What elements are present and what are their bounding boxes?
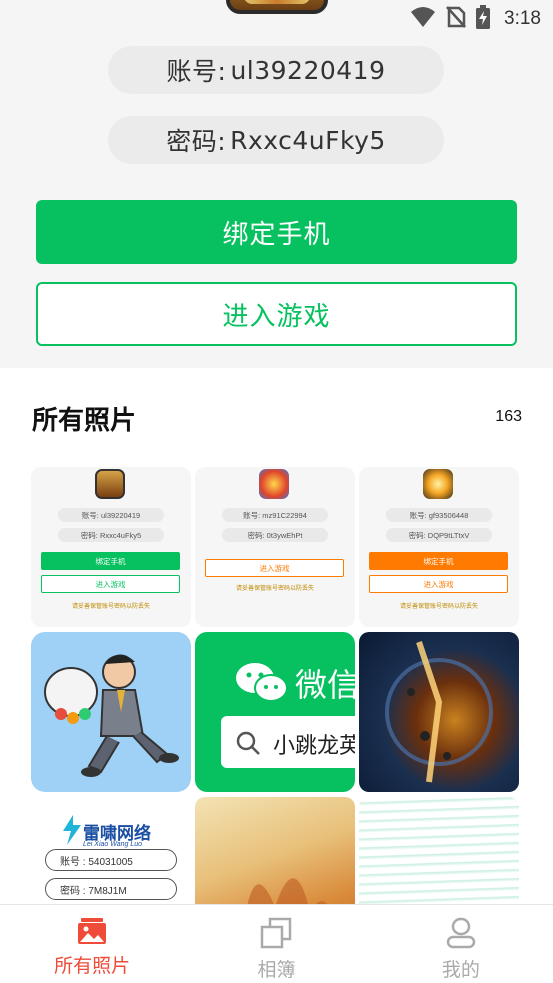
password-label: 密码: (166, 127, 227, 156)
fire-image (247, 878, 328, 904)
game-icon (259, 469, 289, 499)
wechat-search-text: 小跳龙英 (273, 734, 355, 759)
enter-game-button[interactable]: 进入游戏 (36, 282, 517, 346)
nav-label: 我的 (441, 959, 480, 981)
account-field: 账号: ul39220419 (108, 46, 444, 94)
photo-thumbnail[interactable]: 账号: mz91C22994 密码: 0t3ywEhPt 进入游戏 请妥善保管账… (195, 467, 355, 627)
status-bar: 3:18 (410, 0, 553, 38)
mini-enter-button: 进入游戏 (41, 575, 180, 593)
photo-thumbnail[interactable] (359, 797, 519, 904)
search-icon (235, 730, 261, 760)
brand-subtitle: Lei Xiao Wang Luo (83, 841, 143, 848)
page-title: 所有照片 (32, 406, 137, 436)
brand-password: 密码 : 7M8J1M (45, 878, 177, 900)
mini-password: 密码: Rxxc4uFky5 (58, 528, 164, 542)
photo-thumbnail[interactable]: 账号: ul39220419 密码: Rxxc4uFky5 绑定手机 进入游戏 … (31, 467, 191, 627)
account-label: 账号: (166, 57, 227, 86)
photo-count: 163 (495, 408, 522, 425)
photo-thumbnail[interactable] (195, 797, 355, 904)
wechat-title: 微信 (295, 666, 355, 704)
bottom-nav: 所有照片 相簿 我的 (0, 904, 553, 983)
mini-account: 账号: ul39220419 (58, 508, 164, 522)
wifi-icon (410, 6, 436, 32)
photo-thumbnail[interactable]: 雷啸网络 Lei Xiao Wang Luo 账号 : 54031005 密码 … (31, 797, 191, 904)
nav-albums[interactable]: 相簿 (184, 905, 368, 983)
mini-tip: 请妥善保管账号密码以防丢失 (399, 603, 478, 610)
battery-charging-icon (476, 5, 491, 33)
mini-password: 密码: DQP9tLTtxV (386, 528, 492, 542)
nav-profile[interactable]: 我的 (369, 905, 553, 983)
account-panel: 3:18 账号: ul39220419 密码: Rxxc4uFky5 绑定手机 … (0, 0, 553, 368)
wechat-logo-icon (235, 660, 289, 708)
nav-label: 相簿 (257, 959, 296, 981)
bind-phone-button[interactable]: 绑定手机 (36, 200, 517, 264)
gallery-icon (77, 917, 107, 949)
profile-icon (446, 917, 476, 953)
mini-tip: 请妥善保管账号密码以防丢失 (235, 585, 314, 592)
album-icon (260, 917, 292, 953)
mini-account: 账号: mz91C22994 (222, 508, 328, 522)
mini-account: 账号: gf93506448 (386, 508, 492, 522)
mini-password: 密码: 0t3ywEhPt (222, 528, 328, 542)
brand-account: 账号 : 54031005 (45, 849, 177, 871)
game-icon (423, 469, 453, 499)
password-field: 密码: Rxxc4uFky5 (108, 116, 444, 164)
nav-label: 所有照片 (54, 955, 131, 977)
clock: 3:18 (504, 8, 541, 29)
mini-bind-button: 绑定手机 (41, 552, 180, 570)
cartoon-runner-image (44, 654, 179, 777)
mini-bind-button: 绑定手机 (369, 552, 508, 570)
photo-thumbnail[interactable] (359, 632, 519, 792)
game-icon (226, 0, 328, 14)
mini-enter-button: 进入游戏 (369, 575, 508, 593)
no-sim-icon (446, 6, 466, 32)
game-icon (95, 469, 125, 499)
photo-grid: 账号: ul39220419 密码: Rxxc4uFky5 绑定手机 进入游戏 … (31, 467, 519, 904)
mini-enter-button: 进入游戏 (205, 559, 344, 577)
photo-thumbnail[interactable]: 账号: gf93506448 密码: DQP9tLTtxV 绑定手机 进入游戏 … (359, 467, 519, 627)
photo-thumbnail[interactable] (31, 632, 191, 792)
nav-all-photos[interactable]: 所有照片 (0, 905, 184, 983)
leixiao-logo-icon (61, 815, 83, 849)
account-value: ul39220419 (230, 55, 386, 85)
photo-thumbnail[interactable]: 微信 小跳龙英 (195, 632, 355, 792)
mini-tip: 请妥善保管账号密码以防丢失 (71, 603, 150, 610)
planet-explosion-image (385, 641, 493, 783)
password-value: Rxxc4uFky5 (230, 125, 386, 155)
